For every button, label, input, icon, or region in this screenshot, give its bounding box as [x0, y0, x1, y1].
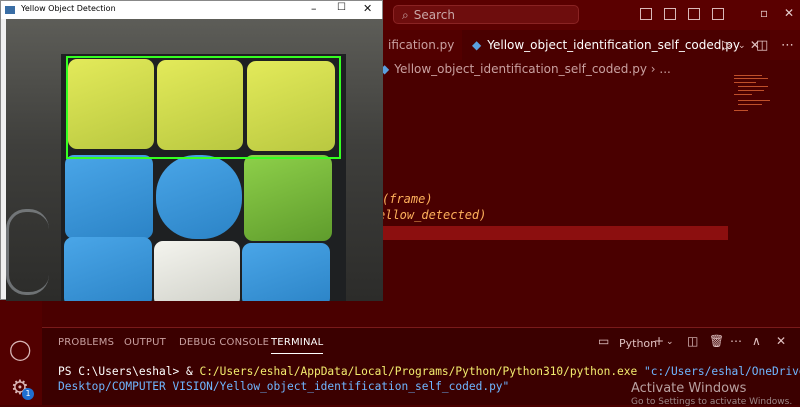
blue-sticker [156, 155, 242, 239]
tab-problems[interactable]: PROBLEMS [58, 337, 114, 348]
toggle-panel-icon[interactable] [664, 8, 676, 20]
toggle-secondary-sidebar-icon[interactable] [688, 8, 700, 20]
split-terminal-icon[interactable]: ◫ [687, 334, 698, 348]
breadcrumb-symbol[interactable]: ... [659, 62, 670, 76]
customize-layout-icon[interactable] [712, 8, 724, 20]
terminal-dropdown-icon[interactable]: ⌄ [666, 337, 674, 347]
run-dropdown-icon[interactable]: ⌄ [738, 41, 746, 51]
trash-icon[interactable]: 🗑 [709, 334, 724, 348]
split-editor-icon[interactable]: ◫ [756, 38, 768, 53]
camera-frame [6, 19, 383, 301]
python-file-icon: ◆ [472, 38, 482, 52]
breadcrumb-file[interactable]: Yellow_object_identification_self_coded.… [394, 62, 647, 76]
opencv-window-title: Yellow Object Detection [21, 4, 116, 13]
tab-terminal[interactable]: TERMINAL [271, 337, 324, 354]
minimap[interactable] [728, 60, 800, 327]
account-icon[interactable]: ◯ [9, 338, 31, 360]
code-line-detected: ellow_detected) [378, 208, 487, 222]
close-button[interactable]: ✕ [363, 2, 372, 15]
more-icon[interactable]: ⋯ [730, 334, 742, 348]
white-sticker [154, 241, 240, 301]
tab-previous-file[interactable]: ification.py [380, 30, 462, 60]
settings-update-badge: 1 [22, 388, 34, 400]
tab-output[interactable]: OUTPUT [124, 337, 166, 348]
maximize-button[interactable]: ☐ [337, 2, 346, 13]
vscode-restore-button[interactable]: ▫ [760, 6, 768, 20]
terminal-shell-icon: ▭ [598, 334, 610, 348]
activate-windows-subtext: Go to Settings to activate Windows. [631, 397, 793, 407]
tab-debug-console[interactable]: DEBUG CONSOLE [179, 337, 269, 348]
toggle-sidebar-icon[interactable] [640, 8, 652, 20]
blue-sticker [64, 237, 152, 301]
activate-windows-watermark: Activate Windows [631, 381, 747, 396]
minimize-button[interactable]: – [311, 2, 317, 15]
green-sticker [244, 155, 332, 241]
vscode-close-button[interactable]: ✕ [784, 6, 794, 20]
more-icon[interactable]: ⋯ [781, 38, 794, 53]
detection-bounding-box [66, 56, 341, 159]
terminal-shell-label[interactable]: Python [619, 337, 657, 350]
close-panel-icon[interactable]: ✕ [776, 334, 786, 348]
breadcrumb: ◆ Yellow_object_identification_self_coded… [380, 62, 671, 76]
window-app-icon [5, 6, 15, 14]
search-icon: ⌕ [402, 8, 409, 22]
blue-sticker [242, 243, 330, 301]
opencv-title-bar[interactable]: Yellow Object Detection – ☐ ✕ [1, 1, 382, 19]
run-icon[interactable]: ▷ [722, 38, 732, 53]
maximize-panel-icon[interactable]: ∧ [752, 334, 761, 348]
search-placeholder: Search [413, 8, 455, 22]
blue-sticker [65, 155, 153, 239]
cable [6, 209, 49, 295]
code-line-frame: (frame) [382, 192, 433, 206]
add-terminal-icon[interactable]: + [654, 334, 664, 348]
opencv-window[interactable]: Yellow Object Detection – ☐ ✕ [0, 0, 383, 301]
command-center-search[interactable]: ⌕ Search [393, 5, 579, 24]
